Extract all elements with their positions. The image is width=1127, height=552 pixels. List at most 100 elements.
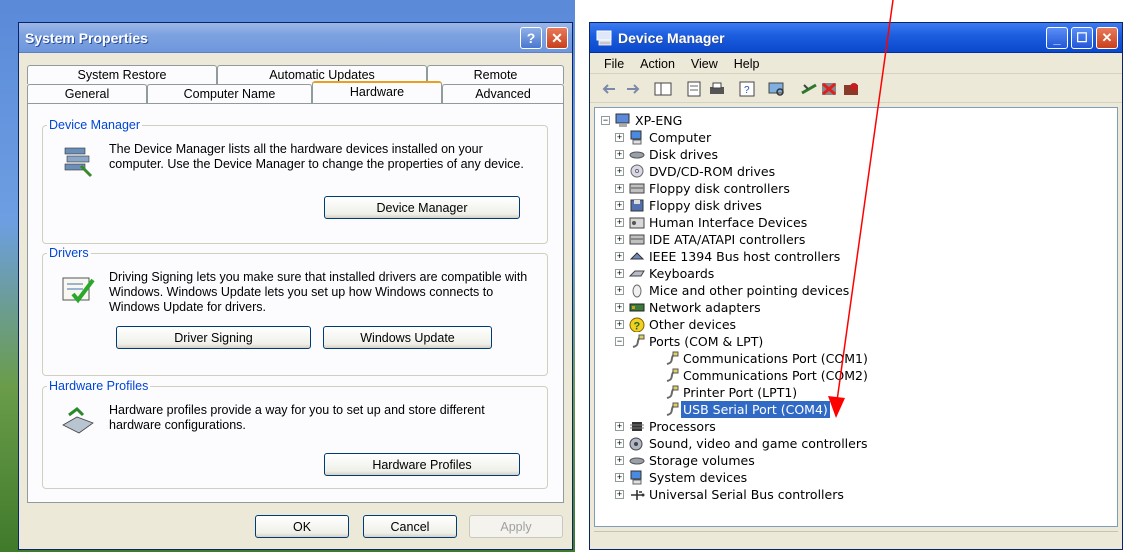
expand-icon[interactable]: +	[615, 133, 624, 142]
tree-node-label: Storage volumes	[649, 453, 755, 468]
tree-node-label: IEEE 1394 Bus host controllers	[649, 249, 841, 264]
tab-general[interactable]: General	[27, 84, 147, 103]
tab-hardware[interactable]: Hardware	[312, 81, 442, 103]
expand-icon[interactable]: +	[615, 439, 624, 448]
properties-icon[interactable]	[686, 81, 704, 97]
expand-icon[interactable]: +	[615, 252, 624, 261]
collapse-icon[interactable]: −	[601, 116, 610, 125]
expand-icon[interactable]: +	[615, 422, 624, 431]
forward-icon[interactable]	[624, 81, 642, 97]
mouse-icon	[632, 284, 642, 298]
status-bar	[594, 531, 1118, 547]
device-manager-icon	[64, 147, 93, 178]
expand-icon[interactable]: +	[615, 235, 624, 244]
network-adapter-icon	[629, 303, 645, 312]
tree-node-label: IDE ATA/ATAPI controllers	[649, 232, 806, 247]
tree-node-label: Other devices	[649, 317, 737, 332]
help-button[interactable]: ?	[520, 27, 542, 49]
close-button[interactable]: ✕	[1096, 27, 1118, 49]
tree-node-label: Printer Port (LPT1)	[683, 385, 798, 400]
expand-icon[interactable]: +	[615, 167, 624, 176]
apply-button[interactable]: Apply	[469, 515, 563, 538]
hardware-profiles-group: Hardware Profiles Hardware profiles prov…	[42, 379, 548, 489]
port-icon	[666, 351, 679, 365]
system-properties-window: System Properties ? ✕ System Restore Aut…	[18, 22, 573, 550]
windows-update-button[interactable]: Windows Update	[323, 326, 492, 349]
expand-icon[interactable]: +	[615, 150, 624, 159]
hardware-profiles-icon	[62, 407, 94, 434]
window-title: Device Manager	[618, 30, 725, 46]
device-manager-button[interactable]: Device Manager	[324, 196, 520, 219]
tree-node-label: Human Interface Devices	[649, 215, 808, 230]
ieee1394-icon	[629, 252, 645, 260]
processor-icon	[630, 422, 644, 431]
unknown-device-icon: ?	[629, 317, 645, 332]
controller-icon	[629, 183, 645, 194]
tab-row-2: General Computer Name Hardware Advanced	[27, 81, 564, 103]
menu-bar: File Action View Help	[590, 54, 1122, 74]
tab-computer-name[interactable]: Computer Name	[147, 84, 312, 103]
expand-icon[interactable]: +	[615, 473, 624, 482]
toolbar: ?	[590, 76, 1122, 103]
tree-node-label: DVD/CD-ROM drives	[649, 164, 776, 179]
port-icon	[666, 402, 679, 416]
tree-node-label: Communications Port (COM2)	[683, 368, 868, 383]
expand-icon[interactable]: +	[615, 303, 624, 312]
help-icon[interactable]: ?	[738, 81, 756, 97]
svg-text:?: ?	[634, 321, 641, 333]
computer-icon	[630, 130, 642, 145]
expand-icon[interactable]: +	[615, 320, 624, 329]
tree-node-label: System devices	[649, 470, 748, 485]
device-manager-window: Device Manager _ ☐ ✕ File Action View He…	[589, 22, 1123, 550]
port-icon	[666, 368, 679, 382]
sound-icon	[629, 437, 643, 451]
computer-root-icon	[615, 113, 630, 127]
disable-device-icon[interactable]	[842, 81, 860, 97]
expand-icon[interactable]: +	[615, 490, 624, 499]
expand-icon[interactable]: +	[615, 456, 624, 465]
menu-help[interactable]: Help	[728, 54, 766, 73]
title-bar[interactable]: System Properties ? ✕	[19, 23, 572, 53]
drivers-group: Drivers Driving Signing lets you make su…	[42, 246, 548, 376]
tree-node-label: Mice and other pointing devices	[649, 283, 850, 298]
expand-icon[interactable]: +	[615, 269, 624, 278]
cancel-button[interactable]: Cancel	[363, 515, 457, 538]
tab-advanced[interactable]: Advanced	[442, 84, 564, 103]
expand-icon[interactable]: +	[615, 218, 624, 227]
device-manager-description: The Device Manager lists all the hardwar…	[109, 142, 524, 171]
keyboard-icon	[629, 270, 645, 277]
scan-hardware-icon[interactable]	[768, 81, 786, 97]
tree-node-label: Floppy disk controllers	[649, 181, 790, 196]
title-bar[interactable]: Device Manager _ ☐ ✕	[590, 23, 1122, 53]
tab-remote[interactable]: Remote	[427, 65, 564, 84]
expand-icon[interactable]: +	[615, 201, 624, 210]
close-button[interactable]: ✕	[546, 27, 568, 49]
device-manager-app-icon	[596, 30, 612, 46]
driver-signing-button[interactable]: Driver Signing	[116, 326, 311, 349]
window-title: System Properties	[25, 30, 148, 46]
tree-node-label: Network adapters	[649, 300, 761, 315]
hardware-profiles-button[interactable]: Hardware Profiles	[324, 453, 520, 476]
ok-button[interactable]: OK	[255, 515, 349, 538]
minimize-button[interactable]: _	[1046, 27, 1068, 49]
expand-icon[interactable]: +	[615, 286, 624, 295]
uninstall-icon[interactable]	[820, 81, 838, 97]
menu-view[interactable]: View	[685, 54, 724, 73]
dvd-drive-icon	[630, 164, 644, 178]
tree-root-label: XP-ENG	[635, 113, 683, 128]
tab-system-restore[interactable]: System Restore	[27, 65, 217, 84]
expand-icon[interactable]: +	[615, 184, 624, 193]
tab-row-1: System Restore Automatic Updates Remote	[27, 65, 564, 84]
maximize-button[interactable]: ☐	[1071, 27, 1093, 49]
print-icon[interactable]	[708, 81, 726, 97]
device-manager-group: Device Manager The Device Manager lists …	[42, 118, 548, 244]
show-hide-tree-icon[interactable]	[654, 81, 672, 97]
update-driver-icon[interactable]	[800, 81, 818, 97]
collapse-icon[interactable]: −	[615, 337, 624, 346]
menu-action[interactable]: Action	[634, 54, 681, 73]
menu-file[interactable]: File	[598, 54, 630, 73]
device-tree: − XP-ENG + Computer + Disk drives + DVD/…	[594, 107, 1118, 527]
back-icon[interactable]	[600, 81, 618, 97]
disk-drive-icon	[629, 151, 645, 159]
tree-node-label: Ports (COM & LPT)	[649, 334, 764, 349]
